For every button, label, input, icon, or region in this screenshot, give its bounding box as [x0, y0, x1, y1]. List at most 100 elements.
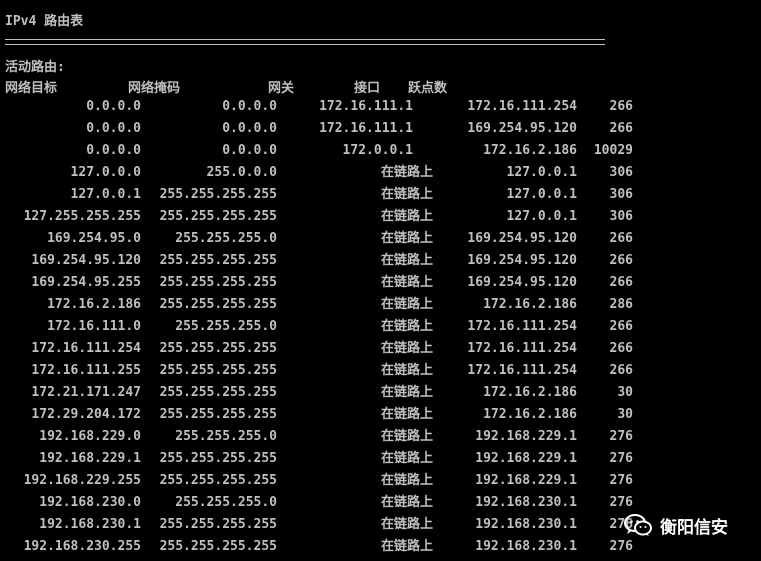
route-row: 192.168.229.255 255.255.255.255 在链路上 192.16… [0, 470, 761, 492]
route-row: 127.255.255.255 255.255.255.255 在链路上 127.0.… [0, 206, 761, 228]
column-header-metric: 跃点数 [408, 81, 448, 96]
route-destination: 172.29.204.172 [31, 407, 141, 422]
route-destination: 0.0.0.0 [86, 99, 141, 114]
route-gateway: 在链路上 [380, 341, 433, 356]
route-netmask: 255.255.255.255 [159, 517, 277, 532]
route-row: 172.16.111.254 255.255.255.255 在链路上 172.16.… [0, 338, 761, 360]
route-gateway: 在链路上 [380, 385, 433, 400]
route-gateway: 在链路上 [380, 451, 433, 466]
route-gateway: 在链路上 [380, 319, 433, 334]
route-row: 192.168.229.0 255.255.255.0 在链路上 192.168.22… [0, 426, 761, 448]
route-row: 127.0.0.0 255.0.0.0 在链路上 127.0.0.1 306 [0, 162, 761, 184]
column-header-netmask: 网络掩码 [128, 81, 181, 96]
route-destination: 169.254.95.120 [31, 253, 141, 268]
route-destination: 172.16.111.255 [31, 363, 141, 378]
route-netmask: 255.255.255.255 [159, 385, 277, 400]
route-metric: 266 [609, 275, 633, 290]
route-gateway: 在链路上 [380, 407, 433, 422]
route-metric: 30 [617, 407, 633, 422]
route-gateway: 在链路上 [380, 473, 433, 488]
route-interface: 172.16.2.186 [483, 385, 577, 400]
route-row: 0.0.0.0 0.0.0.0 172.0.0.1 172.16.2.186 10029 [0, 140, 761, 162]
route-interface: 172.16.2.186 [483, 297, 577, 312]
column-header-interface: 接口 [354, 81, 381, 96]
route-destination: 0.0.0.0 [86, 121, 141, 136]
route-netmask: 255.255.255.0 [175, 495, 277, 510]
column-header-gateway: 网关 [268, 81, 295, 96]
route-destination: 0.0.0.0 [86, 143, 141, 158]
watermark-text: 衡阳信安 [660, 517, 728, 538]
route-netmask: 255.255.255.255 [159, 297, 277, 312]
route-netmask: 255.255.255.255 [159, 341, 277, 356]
route-destination: 172.16.2.186 [47, 297, 141, 312]
route-destination: 172.16.111.0 [47, 319, 141, 334]
route-row: 192.168.229.1 255.255.255.255 在链路上 192.168.… [0, 448, 761, 470]
wechat-icon [624, 514, 652, 536]
route-interface: 169.254.95.120 [467, 253, 577, 268]
route-destination: 192.168.230.255 [23, 539, 141, 554]
route-destination: 127.0.0.1 [70, 187, 141, 202]
route-destination: 192.168.230.0 [39, 495, 141, 510]
route-interface: 172.16.2.186 [483, 407, 577, 422]
route-gateway: 172.16.111.1 [319, 121, 413, 136]
route-netmask: 255.255.255.255 [159, 451, 277, 466]
route-gateway: 在链路上 [380, 209, 433, 224]
route-metric: 306 [609, 165, 633, 180]
route-row: 169.254.95.120 255.255.255.255 在链路上 169.254… [0, 250, 761, 272]
route-netmask: 255.255.255.255 [159, 539, 277, 554]
route-interface: 172.16.111.254 [467, 363, 577, 378]
route-gateway: 在链路上 [380, 363, 433, 378]
route-interface: 192.168.230.1 [475, 539, 577, 554]
route-row: 169.254.95.255 255.255.255.255 在链路上 169.254… [0, 272, 761, 294]
route-destination: 169.254.95.0 [47, 231, 141, 246]
route-netmask: 255.255.255.255 [159, 363, 277, 378]
route-row: 127.0.0.1 255.255.255.255 在链路上 127.0.0.1 306 [0, 184, 761, 206]
route-row: 172.16.2.186 255.255.255.255 在链路上 172.16.2.… [0, 294, 761, 316]
route-netmask: 0.0.0.0 [222, 143, 277, 158]
route-metric: 266 [609, 319, 633, 334]
route-gateway: 在链路上 [380, 187, 433, 202]
column-header-destination: 网络目标 [5, 81, 58, 96]
route-destination: 192.168.229.255 [23, 473, 141, 488]
route-row: 172.16.111.0 255.255.255.0 在链路上 172.16.111.… [0, 316, 761, 338]
route-gateway: 在链路上 [380, 539, 433, 554]
route-metric: 266 [609, 253, 633, 268]
route-netmask: 0.0.0.0 [222, 121, 277, 136]
route-table: 0.0.0.0 0.0.0.0 172.16.111.1 172.16.111.254… [0, 96, 761, 558]
route-metric: 266 [609, 363, 633, 378]
route-destination: 172.21.171.247 [31, 385, 141, 400]
route-interface: 192.168.229.1 [475, 451, 577, 466]
route-row: 172.29.204.172 255.255.255.255 在链路上 172.16.… [0, 404, 761, 426]
route-destination: 127.255.255.255 [23, 209, 141, 224]
route-row: 172.21.171.247 255.255.255.255 在链路上 172.16.… [0, 382, 761, 404]
route-row: 0.0.0.0 0.0.0.0 172.16.111.1 169.254.95.120… [0, 118, 761, 140]
route-metric: 30 [617, 385, 633, 400]
route-interface: 192.168.230.1 [475, 495, 577, 510]
route-metric: 306 [609, 209, 633, 224]
route-gateway: 在链路上 [380, 297, 433, 312]
route-destination: 192.168.229.1 [39, 451, 141, 466]
route-netmask: 255.255.255.255 [159, 407, 277, 422]
route-destination: 127.0.0.0 [70, 165, 141, 180]
route-netmask: 255.255.255.0 [175, 429, 277, 444]
route-gateway: 在链路上 [380, 429, 433, 444]
route-netmask: 255.255.255.255 [159, 473, 277, 488]
route-interface: 127.0.0.1 [506, 187, 577, 202]
active-routes-title: 活动路由: [5, 60, 65, 75]
route-interface: 172.16.2.186 [483, 143, 577, 158]
route-gateway: 在链路上 [380, 495, 433, 510]
route-interface: 172.16.111.254 [467, 99, 577, 114]
route-netmask: 255.255.255.0 [175, 231, 277, 246]
route-netmask: 255.255.255.255 [159, 209, 277, 224]
route-interface: 169.254.95.120 [467, 231, 577, 246]
route-netmask: 255.255.255.255 [159, 187, 277, 202]
route-gateway: 172.0.0.1 [342, 143, 413, 158]
route-metric: 276 [609, 429, 633, 444]
watermark: 衡阳信安 [624, 510, 728, 540]
route-metric: 266 [609, 121, 633, 136]
routing-table-heading: IPv4 路由表 [5, 14, 84, 29]
route-netmask: 0.0.0.0 [222, 99, 277, 114]
route-metric: 266 [609, 99, 633, 114]
route-gateway: 在链路上 [380, 231, 433, 246]
route-destination: 172.16.111.254 [31, 341, 141, 356]
